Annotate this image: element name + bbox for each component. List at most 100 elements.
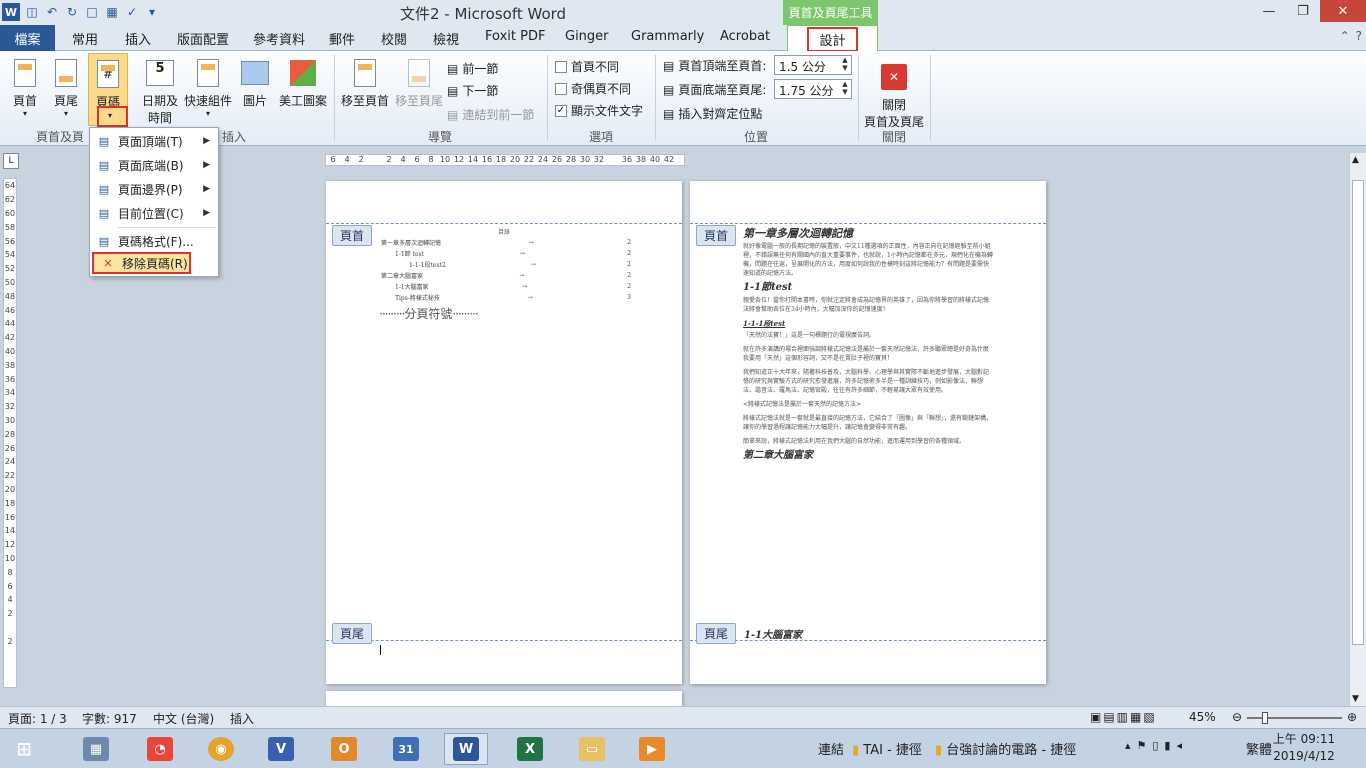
tab-grammarly[interactable]: Grammarly (631, 29, 704, 44)
menu-item-page-margins[interactable]: ▤ 頁面邊界(P) ▶ (90, 178, 218, 200)
tab-design[interactable]: 設計 (787, 25, 878, 52)
new-doc-icon[interactable]: □ (84, 4, 100, 20)
document-page-2[interactable]: 頁首 第一章多層次迴轉記憶 就好像電腦一般的長期記憶的裝置般，中文11種選項的正… (690, 181, 1046, 684)
start-button[interactable]: ⊞ (2, 733, 46, 765)
vertical-ruler[interactable]: 64 62 60 58 56 54 52 50 48 46 44 42 40 38 36 34 32 30 28 26… (3, 178, 17, 688)
status-words[interactable]: 字數: 917 (82, 710, 137, 727)
zoom-slider[interactable] (1247, 712, 1342, 724)
tab-foxit-pdf[interactable]: Foxit PDF (485, 29, 545, 44)
minimize-icon[interactable]: — (1252, 0, 1286, 22)
tab-references[interactable]: 參考資料 (253, 29, 305, 48)
tab-review[interactable]: 校閱 (381, 29, 407, 48)
next-section-button[interactable]: ▤ 下一節 (447, 82, 498, 99)
restore-icon[interactable]: ❐ (1286, 0, 1320, 22)
tab-insert[interactable]: 插入 (125, 29, 151, 48)
header-button[interactable]: 頁首 ▾ (6, 57, 44, 118)
status-language[interactable]: 中文 (台灣) (153, 710, 214, 727)
date-time-button[interactable]: 5 日期及 時間 (139, 57, 181, 126)
tab-mailings[interactable]: 郵件 (329, 29, 355, 48)
toc-entry[interactable]: 1-1大腦富家 → 2 (381, 281, 631, 292)
goto-footer-button[interactable]: 移至頁尾 (393, 57, 445, 109)
zoom-out-icon[interactable]: ⊖ (1232, 710, 1242, 724)
vertical-scrollbar[interactable]: ▲ ▼ (1349, 153, 1366, 706)
tab-file[interactable]: 檔案 (0, 25, 55, 51)
taskbar-clock[interactable]: 上午 09:11 2019/4/12 (1264, 731, 1344, 765)
taskbar-app-explorer[interactable]: ▭ (570, 733, 614, 765)
insert-align-tab-button[interactable]: ▤ 插入對齊定位點 (663, 105, 762, 122)
clip-art-button[interactable]: 美工圖案 (276, 57, 330, 109)
taskbar-app-calendar[interactable]: 31 (384, 733, 428, 765)
toc-entry[interactable]: 第一章多層次迴轉記憶 → 2 (381, 237, 631, 248)
taskbar-app-calculator[interactable]: ▦ (74, 733, 118, 765)
show-doc-text-checkbox[interactable]: ✓ 顯示文件文字 (555, 102, 643, 119)
ruler-tick (4, 648, 16, 662)
menu-item-top-of-page[interactable]: ▤ 頁面頂端(T) ▶ (90, 130, 218, 152)
horizontal-ruler[interactable]: 6 4 2 2 4 6 8 10 12 14 16 18 20 22 24 26 28 30 32 36 38 40 42 (325, 154, 685, 166)
document-page-1[interactable]: 頁首 目錄 第一章多層次迴轉記憶 → 2 1-1節 test → 2 1-1-1段test2… (326, 181, 682, 684)
zoom-in-icon[interactable]: ⊕ (1347, 710, 1357, 724)
page-number-dropdown-arrow[interactable]: ▾ (108, 111, 112, 120)
close-header-footer-button[interactable]: ✕ 關閉 頁首及頁尾 (862, 61, 926, 130)
zoom-level[interactable]: 45% (1189, 710, 1216, 724)
header-tag[interactable]: 頁首 (332, 225, 373, 246)
scroll-down-icon[interactable]: ▼ (1352, 694, 1359, 704)
menu-item-remove-page-numbers[interactable]: ✕ 移除頁碼(R) (92, 252, 191, 274)
document-page-3[interactable] (326, 691, 682, 706)
taskbar-app-chart[interactable]: ◔ (138, 733, 182, 765)
close-window-icon[interactable]: ✕ (1320, 0, 1366, 22)
undo-icon[interactable]: ↶ (44, 4, 60, 20)
system-tray-icons[interactable]: ▴⚑▯▮◂ (1125, 739, 1188, 752)
tab-page-layout[interactable]: 版面配置 (177, 29, 229, 48)
menu-item-format-page-numbers[interactable]: ▤ 頁碼格式(F)... (90, 230, 218, 252)
status-mode[interactable]: 插入 (230, 710, 254, 727)
tab-ginger[interactable]: Ginger (565, 29, 609, 44)
taskbar-app-word[interactable]: W (444, 733, 488, 765)
spellcheck-icon[interactable]: ✓ (124, 4, 140, 20)
toc-entry[interactable]: 1-1-1段test2 → 2 (381, 259, 631, 270)
customize-qat-icon[interactable]: ▾ (144, 4, 160, 20)
link-prev-button[interactable]: ▤ 連結到前一節 (447, 106, 534, 123)
taskbar-app-visio[interactable]: V (259, 733, 303, 765)
collapse-ribbon-icon[interactable]: ⌃ (1340, 29, 1350, 43)
toc-entry[interactable]: Tips-將樣式秘技 → 3 (381, 292, 631, 303)
print-preview-icon[interactable]: ▦ (104, 4, 120, 20)
header-from-top-input[interactable]: 1.5 公分 (774, 55, 852, 75)
menu-item-current-position[interactable]: ▤ 目前位置(C) ▶ (90, 202, 218, 224)
taskbar-app-media[interactable]: ▶ (630, 733, 674, 765)
picture-button[interactable]: 圖片 (239, 57, 271, 109)
prev-section-button[interactable]: ▤ 前一節 (447, 60, 498, 77)
page-number-dropdown-highlight[interactable] (97, 106, 128, 127)
goto-header-button[interactable]: 移至頁首 (339, 57, 391, 109)
view-buttons[interactable]: ▣▤▥▦▧ (1090, 710, 1157, 724)
quick-parts-button[interactable]: 快速組件 ▾ (184, 57, 232, 118)
table-of-contents[interactable]: 第一章多層次迴轉記憶 → 2 1-1節 test → 2 1-1-1段test2 → 2 第二章大… (381, 237, 631, 303)
save-icon[interactable]: ◫ (24, 4, 40, 20)
diff-first-page-checkbox[interactable]: 首頁不同 (555, 58, 619, 75)
scroll-up-icon[interactable]: ▲ (1352, 155, 1359, 165)
footer-tag[interactable]: 頁尾 (696, 623, 737, 644)
tab-home[interactable]: 常用 (72, 29, 98, 48)
header-tag[interactable]: 頁首 (696, 225, 737, 246)
footer-tag[interactable]: 頁尾 (332, 623, 373, 644)
tab-view[interactable]: 檢視 (433, 29, 459, 48)
tab-acrobat[interactable]: Acrobat (720, 29, 770, 44)
zoom-slider-knob[interactable] (1262, 712, 1269, 724)
taskbar-bookmark-circuit[interactable]: ▮ 台強討論的電路 - 捷徑 (935, 739, 1076, 758)
toc-entry[interactable]: 1-1節 test → 2 (381, 248, 631, 259)
taskbar-app-excel[interactable]: X (508, 733, 552, 765)
taskbar-bookmark-tai[interactable]: ▮ TAI - 捷徑 (852, 739, 922, 758)
diff-odd-even-checkbox[interactable]: 奇偶頁不同 (555, 80, 631, 97)
help-icon[interactable]: ? (1356, 29, 1362, 43)
page-2-body[interactable]: 第一章多層次迴轉記憶 就好像電腦一般的長期記憶的裝置般，中文11種選項的正面性，… (743, 228, 993, 464)
footer-button[interactable]: 頁尾 ▾ (47, 57, 85, 118)
word-app-icon[interactable]: W (2, 3, 20, 21)
scrollbar-thumb[interactable] (1352, 180, 1364, 645)
taskbar-app-chrome[interactable]: ◉ (199, 733, 243, 765)
ruler-tab-selector[interactable]: L (3, 153, 19, 169)
redo-icon[interactable]: ↻ (64, 4, 80, 20)
status-page[interactable]: 頁面: 1 / 3 (8, 710, 67, 727)
toc-entry[interactable]: 第二章大腦富家 → 2 (381, 270, 631, 281)
taskbar-app-outlook[interactable]: O (322, 733, 366, 765)
footer-from-bottom-input[interactable]: 1.75 公分 (774, 79, 852, 99)
menu-item-bottom-of-page[interactable]: ▤ 頁面底端(B) ▶ (90, 154, 218, 176)
